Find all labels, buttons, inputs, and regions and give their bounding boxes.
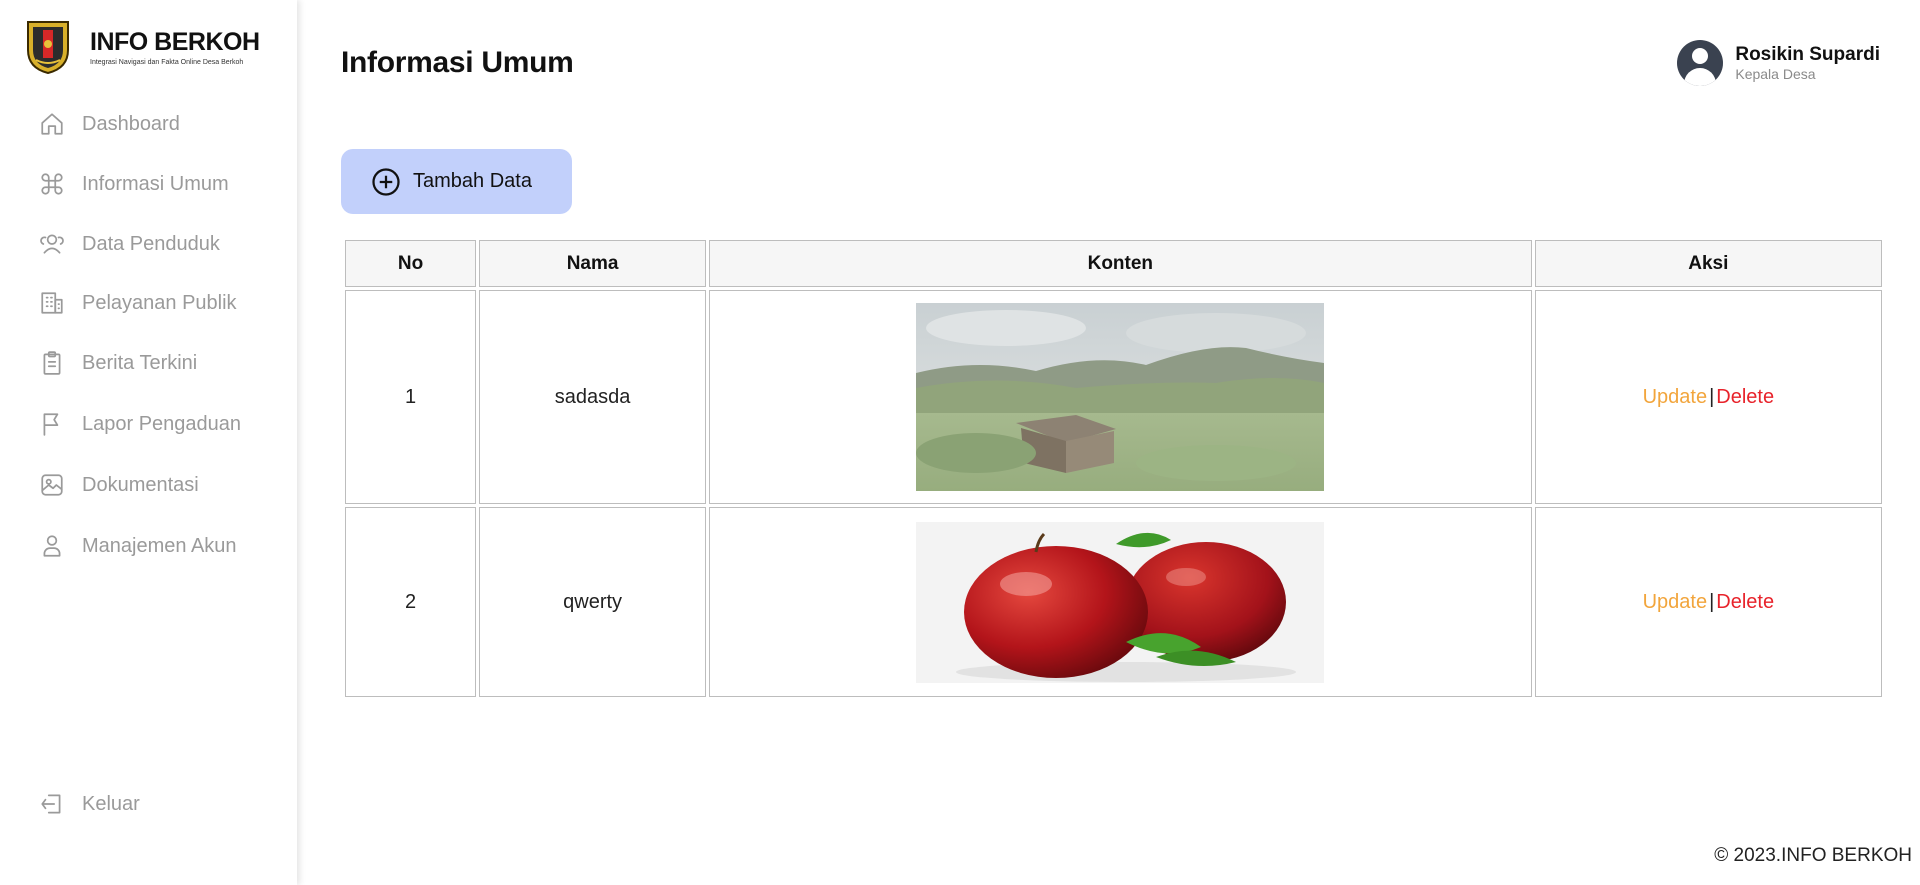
logout-icon <box>38 790 66 818</box>
users-icon <box>38 230 66 258</box>
brand-title: INFO BERKOH <box>90 27 260 56</box>
sidebar-item-lapor-pengaduan[interactable]: Lapor Pengaduan <box>38 408 241 440</box>
cell-aksi: Update | Delete <box>1534 290 1882 504</box>
logout-button[interactable]: Keluar <box>38 788 140 820</box>
info-table: No Nama Konten Aksi 1 sadasda Update | D… <box>342 237 1885 700</box>
brand-subtitle: Integrasi Navigasi dan Fakta Online Desa… <box>90 58 244 66</box>
action-separator: | <box>1709 385 1715 408</box>
apples-photo <box>916 521 1325 683</box>
sidebar-item-dokumentasi[interactable]: Dokumentasi <box>38 469 199 501</box>
cell-konten <box>708 290 1532 504</box>
cell-aksi: Update | Delete <box>1534 507 1882 697</box>
delete-link[interactable]: Delete <box>1716 386 1774 408</box>
delete-link[interactable]: Delete <box>1716 591 1774 613</box>
plus-circle-icon <box>372 167 400 196</box>
sidebar-item-label: Pelayanan Publik <box>82 291 237 314</box>
command-icon <box>38 170 66 198</box>
update-link[interactable]: Update <box>1643 386 1708 408</box>
cell-nama: qwerty <box>479 507 706 697</box>
user-icon <box>38 532 66 560</box>
user-name: Rosikin Supardi <box>1735 44 1880 65</box>
sidebar-item-data-penduduk[interactable]: Data Penduduk <box>38 228 220 260</box>
cell-no: 1 <box>345 290 477 504</box>
home-icon <box>38 110 66 138</box>
cell-no: 2 <box>345 507 477 697</box>
header-konten: Konten <box>708 240 1532 287</box>
clipboard-icon <box>38 349 66 377</box>
landscape-photo <box>916 303 1325 491</box>
sidebar: INFO BERKOH Integrasi Navigasi dan Fakta… <box>0 0 297 885</box>
action-separator: | <box>1709 590 1715 613</box>
sidebar-item-label: Data Penduduk <box>82 232 220 255</box>
sidebar-item-dashboard[interactable]: Dashboard <box>38 108 180 140</box>
user-profile[interactable]: Rosikin Supardi Kepala Desa <box>1677 40 1880 86</box>
user-role: Kepala Desa <box>1735 66 1816 82</box>
regency-crest-icon <box>27 21 69 74</box>
main-content: Informasi Umum Rosikin Supardi Kepala De… <box>297 0 1920 885</box>
table-row: 1 sadasda Update | Delete <box>345 290 1882 504</box>
sidebar-item-label: Manajemen Akun <box>82 534 237 557</box>
add-data-button[interactable]: Tambah Data <box>341 149 572 214</box>
sidebar-item-label: Informasi Umum <box>82 172 229 195</box>
brand[interactable]: INFO BERKOH Integrasi Navigasi dan Fakta… <box>26 20 260 74</box>
page-title: Informasi Umum <box>341 46 574 79</box>
sidebar-item-label: Dokumentasi <box>82 473 199 496</box>
sidebar-item-label: Berita Terkini <box>82 351 198 374</box>
flag-icon <box>38 410 66 438</box>
header-no: No <box>345 240 477 287</box>
update-link[interactable]: Update <box>1643 591 1708 613</box>
sidebar-item-pelayanan-publik[interactable]: Pelayanan Publik <box>38 287 237 319</box>
sidebar-item-informasi-umum[interactable]: Informasi Umum <box>38 168 229 200</box>
sidebar-item-label: Lapor Pengaduan <box>82 412 242 435</box>
table-header-row: No Nama Konten Aksi <box>345 240 1882 287</box>
cell-nama: sadasda <box>479 290 706 504</box>
building-icon <box>38 289 66 317</box>
avatar <box>1677 40 1724 86</box>
table-row: 2 qwerty Update | Delete <box>345 507 1882 697</box>
sidebar-item-label: Dashboard <box>82 112 180 135</box>
header-aksi: Aksi <box>1534 240 1882 287</box>
logout-label: Keluar <box>82 792 140 815</box>
image-icon <box>38 471 66 499</box>
add-data-label: Tambah Data <box>413 170 532 192</box>
header-nama: Nama <box>479 240 706 287</box>
sidebar-item-manajemen-akun[interactable]: Manajemen Akun <box>38 530 237 562</box>
footer-copyright: © 2023.INFO BERKOH <box>1714 845 1912 866</box>
cell-konten <box>708 507 1532 697</box>
sidebar-item-berita-terkini[interactable]: Berita Terkini <box>38 347 197 379</box>
